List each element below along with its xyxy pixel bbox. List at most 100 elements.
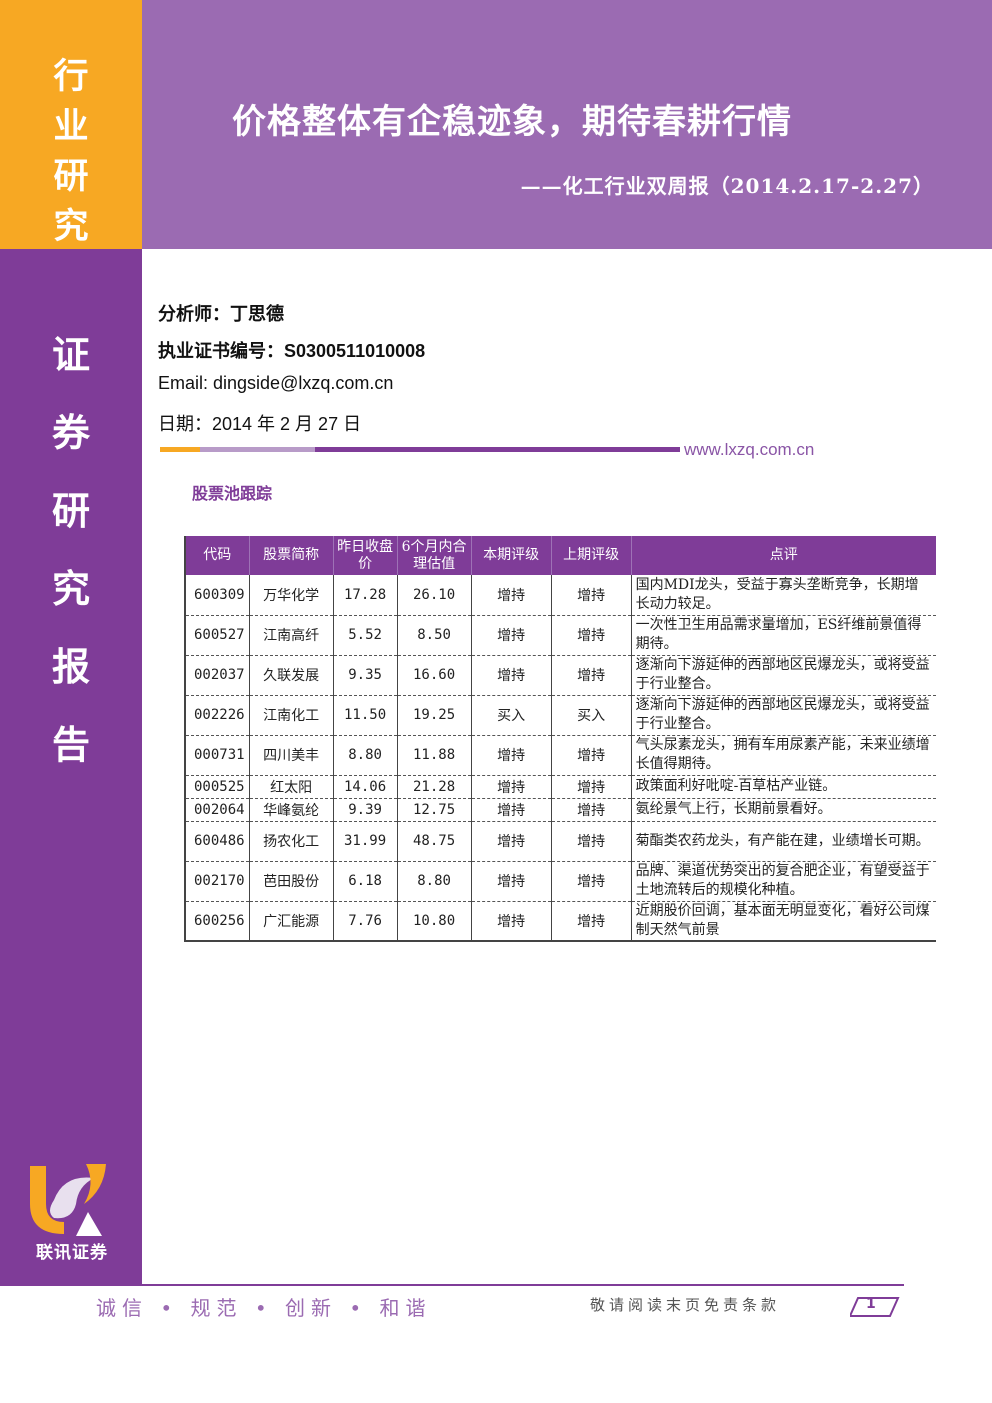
col-close: 昨日收盘价 bbox=[332, 536, 398, 575]
cell-comment: 氨纶景气上行，长期前景看好。 bbox=[630, 798, 936, 822]
cell-current-rating: 增持 bbox=[470, 861, 552, 902]
cell-code: 002037 bbox=[185, 655, 250, 696]
cell-value: 11.88 bbox=[396, 735, 472, 776]
table-row: 002226 江南化工 11.50 19.25 买入 买入 逐渐向下游延伸的西部地区民爆龙头… bbox=[185, 695, 936, 736]
col-comment: 点评 bbox=[630, 536, 936, 575]
cell-comment: 一次性卫生用品需求量增加，ES纤维前景值得期待。 bbox=[630, 615, 936, 656]
col-name: 股票简称 bbox=[248, 536, 334, 575]
cell-comment: 品牌、渠道优势突出的复合肥企业，有望受益于土地流转后的规模化种植。 bbox=[630, 861, 936, 902]
company-logo-text: 联讯证券 bbox=[36, 1243, 108, 1263]
cell-previous-rating: 增持 bbox=[550, 775, 632, 799]
cell-current-rating: 增持 bbox=[470, 775, 552, 799]
cell-value: 12.75 bbox=[396, 798, 472, 822]
cell-current-rating: 增持 bbox=[470, 901, 552, 942]
cell-previous-rating: 增持 bbox=[550, 861, 632, 902]
cell-comment: 逐渐向下游延伸的西部地区民爆龙头，或将受益于行业整合。 bbox=[630, 655, 936, 696]
table-row: 600527 江南高纤 5.52 8.50 增持 增持 一次性卫生用品需求量增加，ES纤维前… bbox=[185, 615, 936, 656]
stock-pool-table: 代码 股票简称 昨日收盘价 6个月内合理估值 本期评级 上期评级 点评 6003… bbox=[184, 536, 936, 942]
cell-comment: 菊酯类农药龙头，有产能在建，业绩增长可期。 bbox=[630, 821, 936, 862]
cell-value: 26.10 bbox=[396, 575, 472, 616]
cell-value: 10.80 bbox=[396, 901, 472, 942]
cell-code: 000731 bbox=[185, 735, 250, 776]
cell-code: 600486 bbox=[185, 821, 250, 862]
cell-code: 000525 bbox=[185, 775, 250, 799]
company-logo-icon bbox=[30, 1164, 106, 1236]
cell-value: 48.75 bbox=[396, 821, 472, 862]
cell-code: 600256 bbox=[185, 901, 250, 942]
footer-disclaimer: 敬请阅读末页免责条款 bbox=[590, 1296, 781, 1314]
table-row: 002170 芭田股份 6.18 8.80 增持 增持 品牌、渠道优势突出的复合肥企业，有望… bbox=[185, 861, 936, 902]
cell-close: 11.50 bbox=[332, 695, 398, 736]
cell-current-rating: 增持 bbox=[470, 821, 552, 862]
footer-motto: 诚信 • 规范 • 创新 • 和谐 bbox=[96, 1296, 432, 1320]
report-subtitle: ——化工行业双周报（2014.2.17-2.27） bbox=[520, 174, 934, 198]
cell-current-rating: 增持 bbox=[470, 615, 552, 656]
report-category-label: 行业研究 bbox=[0, 52, 142, 252]
page-number: 1 bbox=[866, 1296, 876, 1312]
header-side-box: 行业研究 bbox=[0, 0, 142, 249]
analyst: 分析师：丁思德 bbox=[158, 304, 284, 324]
cell-name: 广汇能源 bbox=[248, 901, 334, 942]
cell-current-rating: 增持 bbox=[470, 735, 552, 776]
cell-code: 600527 bbox=[185, 615, 250, 656]
cell-comment: 近期股价回调，基本面无明显变化，看好公司煤制天然气前景 bbox=[630, 901, 936, 942]
cell-previous-rating: 买入 bbox=[550, 695, 632, 736]
cell-close: 17.28 bbox=[332, 575, 398, 616]
cell-value: 8.50 bbox=[396, 615, 472, 656]
cell-code: 600309 bbox=[185, 575, 250, 616]
col-value: 6个月内合理估值 bbox=[396, 536, 472, 575]
cell-name: 江南高纤 bbox=[248, 615, 334, 656]
cell-close: 31.99 bbox=[332, 821, 398, 862]
table-row: 002037 久联发展 9.35 16.60 增持 增持 逐渐向下游延伸的西部地区民爆龙头，… bbox=[185, 655, 936, 696]
cell-close: 6.18 bbox=[332, 861, 398, 902]
cell-close: 7.76 bbox=[332, 901, 398, 942]
section-title: 股票池跟踪 bbox=[192, 484, 273, 503]
report-title: 价格整体有企稳迹象，期待春耕行情 bbox=[232, 102, 792, 142]
cell-code: 002064 bbox=[185, 798, 250, 822]
cell-name: 江南化工 bbox=[248, 695, 334, 736]
certificate-number: 执业证书编号：S0300511010008 bbox=[158, 341, 426, 361]
sidebar-label: 证券研究报告 bbox=[0, 316, 142, 784]
cell-code: 002226 bbox=[185, 695, 250, 736]
cell-name: 红太阳 bbox=[248, 775, 334, 799]
cell-name: 华峰氨纶 bbox=[248, 798, 334, 822]
cell-previous-rating: 增持 bbox=[550, 655, 632, 696]
cell-name: 万华化学 bbox=[248, 575, 334, 616]
cell-comment: 政策面利好吡啶-百草枯产业链。 bbox=[630, 775, 936, 799]
footer-line bbox=[92, 1284, 904, 1286]
divider-bar bbox=[160, 447, 680, 452]
table-row: 600256 广汇能源 7.76 10.80 增持 增持 近期股价回调，基本面无明显变化，看… bbox=[185, 901, 936, 942]
cell-current-rating: 增持 bbox=[470, 798, 552, 822]
sidebar-label-text: 证券研究报告 bbox=[51, 332, 90, 767]
table-row: 000525 红太阳 14.06 21.28 增持 增持 政策面利好吡啶-百草枯产业链。 bbox=[185, 775, 936, 799]
cell-value: 19.25 bbox=[396, 695, 472, 736]
table-row: 600309 万华化学 17.28 26.10 增持 增持 国内MDI龙头，受益于寡头垄断竞… bbox=[185, 575, 936, 616]
table-row: 600486 扬农化工 31.99 48.75 增持 增持 菊酯类农药龙头，有产能在建，业绩… bbox=[185, 821, 936, 862]
cell-current-rating: 增持 bbox=[470, 655, 552, 696]
cell-close: 9.35 bbox=[332, 655, 398, 696]
cell-comment: 逐渐向下游延伸的西部地区民爆龙头，或将受益于行业整合。 bbox=[630, 695, 936, 736]
cell-close: 9.39 bbox=[332, 798, 398, 822]
cell-name: 久联发展 bbox=[248, 655, 334, 696]
cell-previous-rating: 增持 bbox=[550, 735, 632, 776]
cell-close: 8.80 bbox=[332, 735, 398, 776]
cell-value: 21.28 bbox=[396, 775, 472, 799]
cell-comment: 气头尿素龙头，拥有车用尿素产能，未来业绩增长值得期待。 bbox=[630, 735, 936, 776]
col-code: 代码 bbox=[184, 536, 250, 575]
website-link[interactable]: www.lxzq.com.cn bbox=[684, 440, 814, 460]
cell-name: 扬农化工 bbox=[248, 821, 334, 862]
cell-value: 8.80 bbox=[396, 861, 472, 902]
report-date: 日期：2014 年 2 月 27 日 bbox=[158, 414, 362, 434]
cell-previous-rating: 增持 bbox=[550, 901, 632, 942]
cell-value: 16.60 bbox=[396, 655, 472, 696]
email[interactable]: Email: dingside@lxzq.com.cn bbox=[158, 373, 393, 394]
table-header-row: 代码 股票简称 昨日收盘价 6个月内合理估值 本期评级 上期评级 点评 bbox=[184, 536, 936, 575]
cell-code: 002170 bbox=[185, 861, 250, 902]
cell-previous-rating: 增持 bbox=[550, 798, 632, 822]
cell-current-rating: 买入 bbox=[470, 695, 552, 736]
cell-previous-rating: 增持 bbox=[550, 821, 632, 862]
cell-previous-rating: 增持 bbox=[550, 615, 632, 656]
cell-close: 5.52 bbox=[332, 615, 398, 656]
side-category-text: 行业研究 bbox=[53, 56, 89, 247]
cell-name: 四川美丰 bbox=[248, 735, 334, 776]
